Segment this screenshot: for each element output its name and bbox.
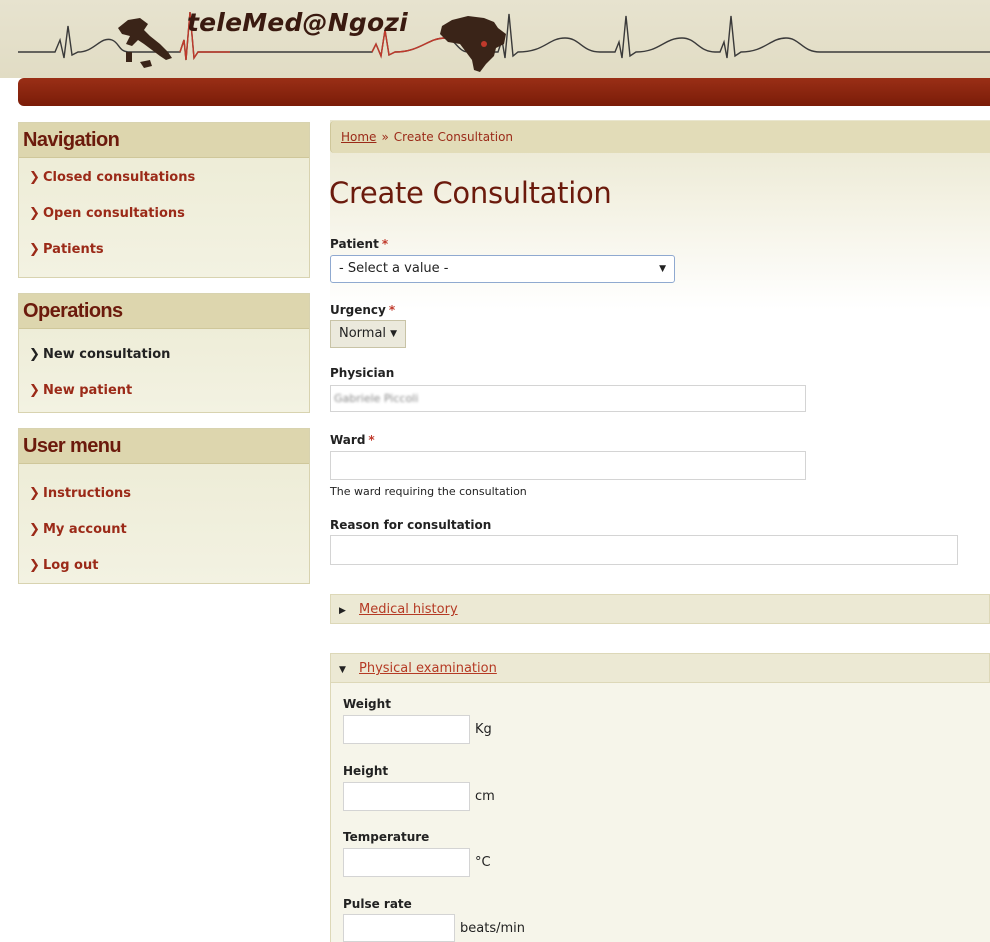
operations-block: Operations ❯ New consultation ❯ New patien… xyxy=(18,293,310,413)
nav-item-label: Closed consultations xyxy=(43,170,196,185)
urgency-label: Urgency * xyxy=(330,303,395,317)
chevron-right-icon: ❯ xyxy=(29,170,40,185)
nav-item-label: Open consultations xyxy=(43,206,185,221)
pulse-rate-label: Pulse rate xyxy=(343,897,412,911)
chevron-right-icon: ❯ xyxy=(29,522,40,537)
physician-label-text: Physician xyxy=(330,366,395,380)
patient-select[interactable]: - Select a value - ▼ xyxy=(330,255,675,283)
site-name[interactable]: teleMed@Ngozi xyxy=(187,8,408,37)
ops-item-label: New patient xyxy=(43,383,133,398)
chevron-right-icon: ❯ xyxy=(29,242,40,257)
temperature-label: Temperature xyxy=(343,830,430,844)
nav-item-label: Patients xyxy=(43,242,104,257)
navigation-block: Navigation ❯ Closed consultations ❯ Open c… xyxy=(18,122,310,278)
ward-description: The ward requiring the consultation xyxy=(330,485,527,498)
weight-field[interactable] xyxy=(343,715,470,744)
breadcrumb-home-link[interactable]: Home xyxy=(341,130,376,144)
user-menu-title: User menu xyxy=(19,429,309,464)
required-marker: * xyxy=(381,237,389,251)
temperature-unit: °C xyxy=(475,855,491,870)
ops-item-label: New consultation xyxy=(43,347,171,362)
physician-label: Physician xyxy=(330,366,394,380)
pulse-rate-field[interactable] xyxy=(343,914,455,942)
height-label: Height xyxy=(343,764,389,778)
nav-item-patients[interactable]: ❯ Patients xyxy=(19,232,309,268)
temperature-field[interactable] xyxy=(343,848,470,877)
pulse-rate-unit: beats/min xyxy=(460,921,525,936)
required-marker: * xyxy=(368,433,375,447)
physician-value: Gabriele Piccoli xyxy=(334,392,419,405)
chevron-right-icon: ❯ xyxy=(29,383,40,398)
reason-label-text: Reason for consultation xyxy=(330,518,492,532)
user-menu-block: User menu ❯ Instructions ❯ My account ❯ Log… xyxy=(18,428,310,584)
urgency-select[interactable]: Normal ▼ xyxy=(330,320,406,348)
user-item-instructions[interactable]: ❯ Instructions xyxy=(19,476,309,512)
user-item-label: My account xyxy=(43,522,127,537)
chevron-right-icon: ❯ xyxy=(29,347,40,362)
user-item-label: Log out xyxy=(43,558,99,573)
user-item-label: Instructions xyxy=(43,486,132,501)
reason-label: Reason for consultation xyxy=(330,518,491,532)
required-marker: * xyxy=(388,303,396,317)
urgency-select-value: Normal xyxy=(339,326,387,341)
ops-item-new-consultation[interactable]: ❯ New consultation xyxy=(19,337,309,373)
ops-item-new-patient[interactable]: ❯ New patient xyxy=(19,373,309,409)
weight-label: Weight xyxy=(343,697,391,711)
nav-item-open-consultations[interactable]: ❯ Open consultations xyxy=(19,196,309,232)
chevron-right-icon: ❯ xyxy=(29,558,40,573)
site-header: teleMed@Ngozi xyxy=(0,0,990,78)
user-item-my-account[interactable]: ❯ My account xyxy=(19,512,309,548)
ward-field[interactable] xyxy=(330,451,806,480)
medical-history-fieldset-toggle[interactable]: ▶ Medical history xyxy=(330,594,990,624)
navigation-title: Navigation xyxy=(19,123,309,158)
urgency-label-text: Urgency xyxy=(330,303,386,317)
dropdown-arrow-icon: ▼ xyxy=(390,329,397,339)
physical-examination-fieldset-toggle[interactable]: ▼ Physical examination xyxy=(330,653,990,683)
height-field[interactable] xyxy=(343,782,470,811)
physician-field[interactable]: Gabriele Piccoli xyxy=(330,385,806,412)
patient-label: Patient * xyxy=(330,237,388,251)
operations-title: Operations xyxy=(19,294,309,329)
nav-item-closed-consultations[interactable]: ❯ Closed consultations xyxy=(19,160,309,196)
patient-label-text: Patient xyxy=(330,237,379,251)
ward-label-text: Ward xyxy=(330,433,366,447)
triangle-down-icon: ▼ xyxy=(339,665,346,675)
breadcrumb-current: Create Consultation xyxy=(393,130,514,144)
triangle-right-icon: ▶ xyxy=(339,606,346,616)
page-title: Create Consultation xyxy=(329,176,612,210)
reason-field[interactable] xyxy=(330,535,958,565)
ward-label: Ward * xyxy=(330,433,375,447)
physical-examination-link[interactable]: Physical examination xyxy=(359,661,497,676)
breadcrumb: Home » Create Consultation xyxy=(330,121,990,153)
dropdown-arrow-icon: ▼ xyxy=(659,264,666,274)
chevron-right-icon: ❯ xyxy=(29,486,40,501)
ecg-banner-graphic xyxy=(18,11,990,72)
primary-nav-bar xyxy=(18,78,990,106)
user-item-log-out[interactable]: ❯ Log out xyxy=(19,548,309,584)
medical-history-link[interactable]: Medical history xyxy=(359,602,458,617)
height-unit: cm xyxy=(475,789,495,804)
weight-unit: Kg xyxy=(475,722,492,737)
patient-select-value: - Select a value - xyxy=(339,261,449,276)
breadcrumb-separator: » xyxy=(381,130,389,144)
chevron-right-icon: ❯ xyxy=(29,206,40,221)
